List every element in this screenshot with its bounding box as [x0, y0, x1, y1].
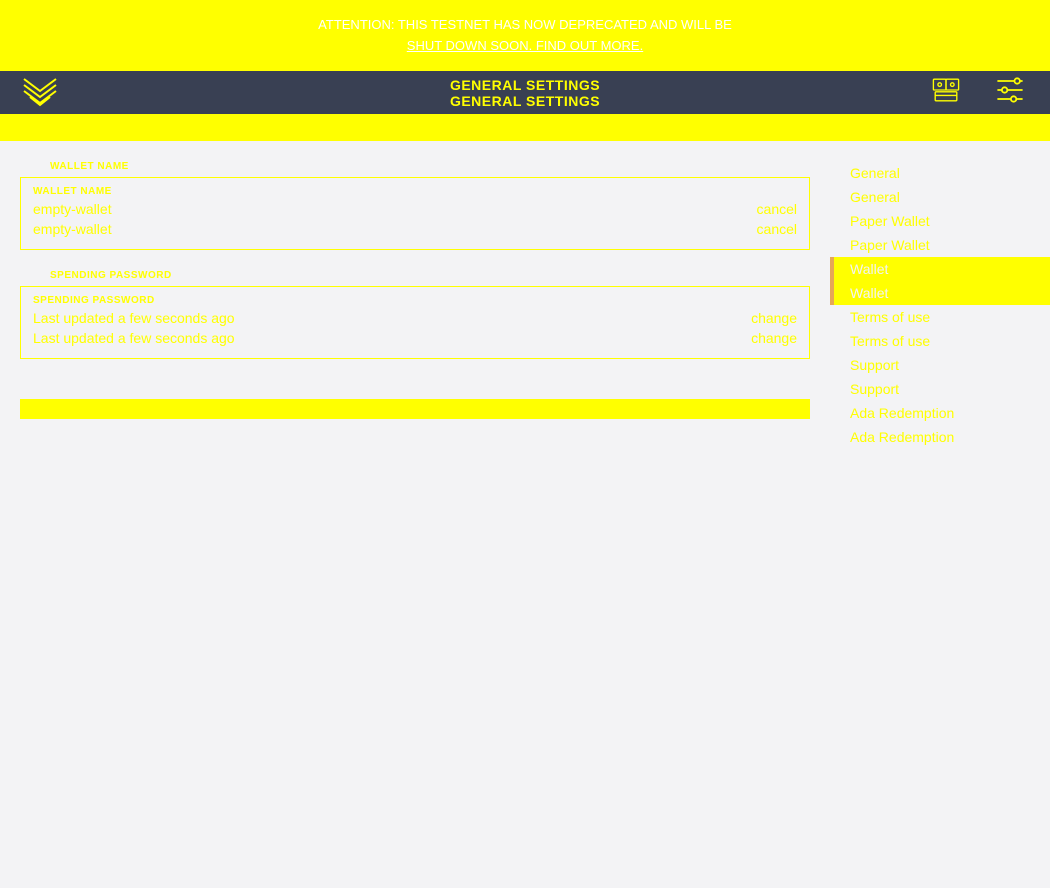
spending-password-change[interactable]: change	[751, 310, 797, 326]
wallet-name-box: WALLET NAME empty-wallet cancel empty-wa…	[20, 177, 810, 250]
sidebar-item-paper-wallet[interactable]: Paper Wallet	[830, 233, 1050, 257]
sidebar-item-wallet[interactable]: Wallet	[830, 281, 1050, 305]
wallet-name-value-dup[interactable]: empty-wallet	[33, 221, 112, 237]
spending-password-value-dup: Last updated a few seconds ago	[33, 330, 235, 346]
sidebar-item-terms-of-use[interactable]: Terms of use	[830, 329, 1050, 353]
wallet-name-block: WALLET NAME WALLET NAME empty-wallet can…	[20, 161, 810, 250]
yellow-divider-bar	[0, 114, 1050, 141]
title-line2: GENERAL SETTINGS	[450, 93, 600, 109]
wallet-name-label-outer: WALLET NAME	[50, 161, 810, 172]
settings-icon[interactable]	[990, 72, 1030, 113]
spending-password-label-outer: SPENDING PASSWORD	[50, 270, 810, 281]
spending-password-label-inner: SPENDING PASSWORD	[33, 295, 797, 306]
topbar: GENERAL SETTINGS GENERAL SETTINGS	[0, 71, 1050, 114]
wallet-name-label-inner: WALLET NAME	[33, 186, 797, 197]
wallet-name-cancel[interactable]: cancel	[757, 201, 797, 217]
sidebar-item-general[interactable]: General	[830, 161, 1050, 185]
wallet-icon[interactable]	[926, 72, 966, 113]
page-title: GENERAL SETTINGS GENERAL SETTINGS	[450, 77, 600, 109]
title-line1: GENERAL SETTINGS	[450, 77, 600, 93]
spending-password-box: SPENDING PASSWORD Last updated a few sec…	[20, 286, 810, 359]
sidebar-item-paper-wallet[interactable]: Paper Wallet	[830, 209, 1050, 233]
spending-password-change-dup[interactable]: change	[751, 330, 797, 346]
yellow-bar	[20, 399, 810, 419]
deprecation-banner: ATTENTION: THIS TESTNET HAS NOW DEPRECAT…	[0, 0, 1050, 71]
sidebar-item-general[interactable]: General	[830, 185, 1050, 209]
sidebar-item-terms-of-use[interactable]: Terms of use	[830, 305, 1050, 329]
spending-password-block: SPENDING PASSWORD SPENDING PASSWORD Last…	[20, 270, 810, 359]
sidebar-item-support[interactable]: Support	[830, 353, 1050, 377]
sidebar-item-support[interactable]: Support	[830, 377, 1050, 401]
sidebar-item-ada-redemption[interactable]: Ada Redemption	[830, 425, 1050, 449]
banner-line1: ATTENTION: THIS TESTNET HAS NOW DEPRECAT…	[318, 15, 732, 36]
sidebar-item-ada-redemption[interactable]: Ada Redemption	[830, 401, 1050, 425]
wallet-name-cancel-dup[interactable]: cancel	[757, 221, 797, 237]
spending-password-value: Last updated a few seconds ago	[33, 310, 235, 326]
settings-sidebar: GeneralGeneralPaper WalletPaper WalletWa…	[830, 141, 1050, 888]
wallet-name-value[interactable]: empty-wallet	[33, 201, 112, 217]
yoroi-logo-icon	[20, 73, 60, 113]
sidebar-item-wallet[interactable]: Wallet	[830, 257, 1050, 281]
banner-line2[interactable]: SHUT DOWN SOON. FIND OUT MORE.	[407, 36, 643, 57]
main-panel: WALLET NAME WALLET NAME empty-wallet can…	[0, 141, 830, 888]
